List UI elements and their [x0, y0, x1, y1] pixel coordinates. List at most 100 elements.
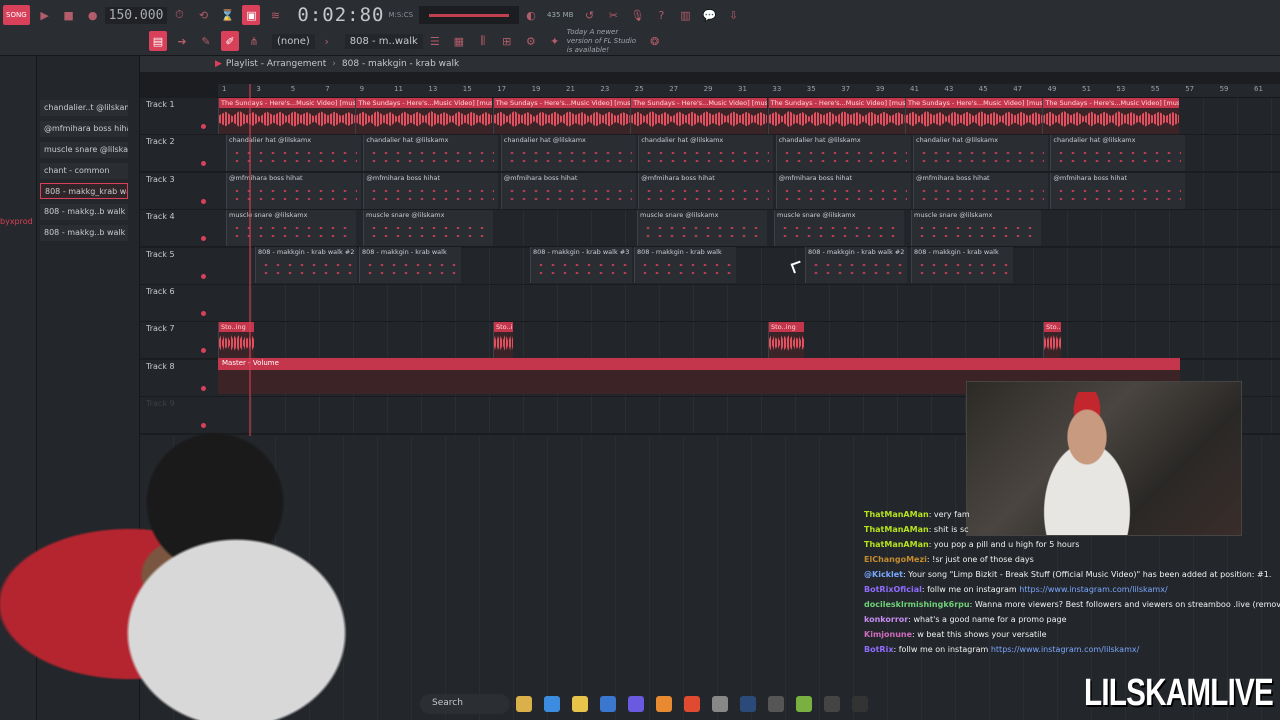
- channel-item[interactable]: 808 - makkg..b walk #2: [40, 204, 128, 220]
- audio-clip[interactable]: The Sundays - Here's...Music Video] [mus…: [218, 98, 355, 134]
- pattern-clip[interactable]: @mfmihara boss hihat: [1050, 173, 1186, 209]
- blend-icon[interactable]: ≋: [266, 5, 284, 25]
- track-name[interactable]: Track 7: [146, 324, 175, 333]
- metronome-icon[interactable]: ⏱: [170, 5, 188, 25]
- explorer-icon[interactable]: [572, 696, 588, 712]
- pattern-clip[interactable]: 808 - makkgin - krab walk: [911, 247, 1013, 283]
- channel-item[interactable]: 808 - makkg..b walk #3: [40, 225, 128, 241]
- playlist-icon[interactable]: ▤: [149, 31, 167, 51]
- help-icon[interactable]: ?: [652, 5, 670, 25]
- track-row[interactable]: Track 6: [140, 285, 1280, 322]
- copilot-icon[interactable]: [544, 696, 560, 712]
- update-notice[interactable]: Today A newer version of FL Studio is av…: [567, 28, 643, 55]
- pattern-clip[interactable]: 808 - makkgin - krab walk #3: [530, 247, 632, 283]
- track-name[interactable]: Track 1: [146, 100, 175, 109]
- capture-icon[interactable]: [824, 696, 840, 712]
- stop-icon[interactable]: ■: [60, 5, 78, 25]
- chrome-icon[interactable]: [712, 696, 728, 712]
- channel-rack-icon[interactable]: ☰: [426, 31, 444, 51]
- cut-icon[interactable]: ✂: [604, 5, 622, 25]
- track-name[interactable]: Track 2: [146, 137, 175, 146]
- pattern-clip[interactable]: @mfmihara boss hihat: [500, 173, 636, 209]
- download-icon[interactable]: ⇩: [724, 5, 742, 25]
- fl-studio-icon[interactable]: [656, 696, 672, 712]
- pattern-clip[interactable]: muscle snare @lilskamx: [226, 210, 356, 246]
- pencil-icon[interactable]: ✎: [197, 31, 215, 51]
- piano-roll-icon[interactable]: ▦: [450, 31, 468, 51]
- audio-clip[interactable]: The Sundays - Here's...Music Video] [mus…: [767, 98, 905, 134]
- magnet-icon[interactable]: ⋔: [245, 31, 263, 51]
- mixer-view-icon[interactable]: ⫼: [474, 31, 492, 51]
- obs-icon[interactable]: [852, 696, 868, 712]
- track-name[interactable]: Track 9: [146, 399, 175, 408]
- track-name[interactable]: Track 4: [146, 212, 175, 221]
- brush-icon[interactable]: ✐: [221, 31, 239, 51]
- steam-icon[interactable]: [740, 696, 756, 712]
- pattern-clip[interactable]: chandalier hat @lilskamx: [775, 135, 911, 171]
- tempo-display[interactable]: 150.000: [104, 6, 168, 24]
- chat-link[interactable]: https://www.instagram.com/lilskamx/: [991, 645, 1139, 654]
- browser-icon[interactable]: ⊞: [498, 31, 516, 51]
- track-name[interactable]: Track 6: [146, 287, 175, 296]
- track-mute-led[interactable]: [201, 198, 206, 204]
- pattern-clip[interactable]: muscle snare @lilskamx: [363, 210, 493, 246]
- pattern-clip[interactable]: 808 - makkgin - krab walk #2: [255, 247, 357, 283]
- mic-icon[interactable]: 🎙: [628, 5, 646, 25]
- settings-icon[interactable]: ✦: [546, 31, 564, 51]
- snap-select[interactable]: (none): [272, 33, 315, 49]
- pattern-clip[interactable]: @mfmihara boss hihat: [226, 173, 361, 209]
- pattern-clip[interactable]: chandalier hat @lilskamx: [638, 135, 774, 171]
- pattern-clip[interactable]: @mfmihara boss hihat: [638, 173, 774, 209]
- audio-clip[interactable]: The Sundays - Here's...Music Video] [mus…: [1042, 98, 1180, 134]
- audio-clip[interactable]: The Sundays - Here's...Music Video] [mus…: [630, 98, 768, 134]
- pattern-clip[interactable]: @mfmihara boss hihat: [775, 173, 911, 209]
- channel-item[interactable]: chant - common: [40, 163, 128, 179]
- undo-icon[interactable]: ↺: [580, 5, 598, 25]
- master-volume-clip[interactable]: Master - Volume: [218, 358, 1180, 370]
- channel-item-selected[interactable]: 808 - makkg_krab walk: [40, 183, 128, 199]
- track-mute-led[interactable]: [201, 423, 206, 429]
- pattern-clip[interactable]: 808 - makkgin - krab walk: [634, 247, 736, 283]
- track-mute-led[interactable]: [201, 161, 206, 167]
- chat-icon[interactable]: 💬: [700, 5, 718, 25]
- chat-link[interactable]: https://www.instagram.com/lilskamx/: [1019, 585, 1167, 594]
- track-name[interactable]: Track 8: [146, 362, 175, 371]
- play-icon[interactable]: ▶: [36, 5, 54, 25]
- track-grid[interactable]: [218, 322, 1280, 359]
- chevron-right-icon[interactable]: ›: [318, 31, 336, 51]
- countdown-icon[interactable]: ⌛: [218, 5, 236, 25]
- track-mute-led[interactable]: [201, 348, 206, 354]
- track-name[interactable]: Track 5: [146, 250, 175, 259]
- audio-clip[interactable]: The Sundays - Here's...Music Video] [mus…: [492, 98, 630, 134]
- loop-record-icon[interactable]: ▣: [242, 5, 261, 25]
- brave-icon[interactable]: [684, 696, 700, 712]
- pattern-clip[interactable]: @mfmihara boss hihat: [913, 173, 1048, 209]
- folder-icon[interactable]: [516, 696, 532, 712]
- audio-clip[interactable]: Sto..ing: [768, 322, 804, 358]
- audio-clip[interactable]: The Sundays - Here's...Music Video] [mus…: [905, 98, 1042, 134]
- pattern-clip[interactable]: chandalier hat @lilskamx: [1050, 135, 1186, 171]
- track-mute-led[interactable]: [201, 124, 206, 129]
- audio-clip[interactable]: Sto..ing: [493, 322, 513, 358]
- store-icon[interactable]: [600, 696, 616, 712]
- track-mute-led[interactable]: [201, 385, 206, 391]
- plugin-icon[interactable]: ⚙: [522, 31, 540, 51]
- track-grid[interactable]: [218, 285, 1280, 321]
- discord-icon[interactable]: [628, 696, 644, 712]
- channel-item[interactable]: chandalier..t @lilskamx: [40, 100, 128, 116]
- track-row[interactable]: Track 7: [140, 322, 1280, 360]
- playlist-titlebar[interactable]: ▶ Playlist - Arrangement › 808 - makkgin…: [140, 56, 1280, 72]
- green-app-icon[interactable]: [796, 696, 812, 712]
- pattern-clip[interactable]: muscle snare @lilskamx: [774, 210, 904, 246]
- audio-clip[interactable]: The Sundays - Here's...Music Video] [mus…: [355, 98, 493, 134]
- master-volume-graph[interactable]: [419, 6, 520, 24]
- track-mute-led[interactable]: [201, 236, 206, 242]
- wait-icon[interactable]: ⟲: [194, 5, 212, 25]
- record-icon[interactable]: ●: [84, 5, 102, 25]
- playhead[interactable]: [249, 84, 251, 436]
- arrow-right-icon[interactable]: ➜: [173, 31, 191, 51]
- mixer-icon[interactable]: ▥: [676, 5, 694, 25]
- audio-clip[interactable]: Sto..ing: [1043, 322, 1061, 358]
- track-mute-led[interactable]: [201, 273, 206, 279]
- pattern-clip[interactable]: muscle snare @lilskamx: [911, 210, 1041, 246]
